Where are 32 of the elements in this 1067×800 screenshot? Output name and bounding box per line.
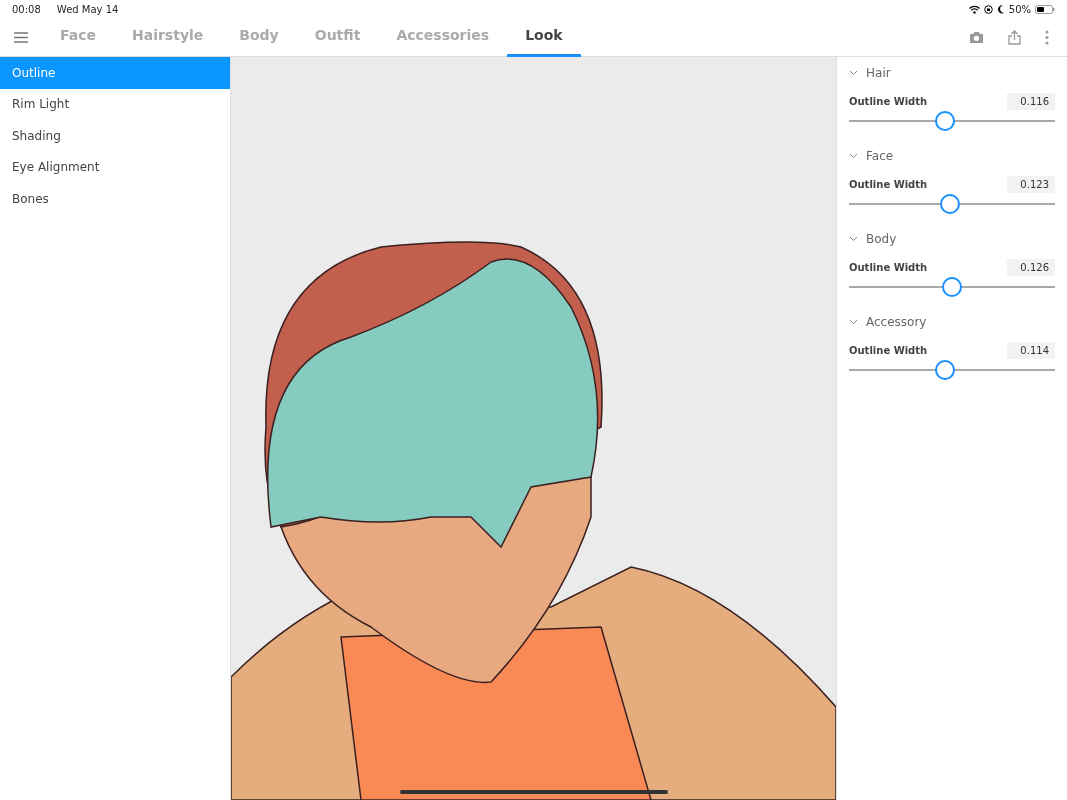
value-field: 0.114 (1007, 342, 1055, 359)
chevron-down-icon (849, 319, 858, 325)
chevron-down-icon (849, 236, 858, 242)
battery-icon (1035, 4, 1055, 14)
setting-label: Outline Width (849, 95, 928, 109)
slider-thumb[interactable] (942, 277, 962, 297)
sidebar-item[interactable]: Outline (0, 57, 230, 89)
chevron-down-icon (849, 153, 858, 159)
moon-icon (996, 4, 1005, 14)
section-header[interactable]: Accessory (849, 310, 927, 334)
section-header[interactable]: Hair (849, 61, 891, 85)
status-date: Wed May 14 (56, 2, 119, 17)
wifi-icon (968, 4, 980, 14)
setting-label: Outline Width (849, 178, 928, 192)
section-header[interactable]: Face (849, 144, 894, 168)
value-field: 0.126 (1007, 259, 1055, 276)
slider-thumb[interactable] (934, 111, 955, 131)
share-icon (1008, 30, 1021, 45)
value-field: 0.123 (1007, 176, 1055, 193)
slider-thumb[interactable] (934, 360, 955, 380)
battery-percent: 50% (1008, 2, 1031, 17)
slider-thumb[interactable] (940, 194, 961, 214)
camera-icon (969, 31, 984, 44)
more-icon (1045, 30, 1049, 45)
setting-label: Outline Width (849, 261, 928, 275)
status-time: 00:08 (12, 2, 41, 17)
lock-rotation-icon (983, 4, 993, 14)
chevron-down-icon (849, 70, 858, 76)
value-field: 0.116 (1007, 93, 1055, 110)
section-header[interactable]: Body (849, 227, 897, 251)
menu-icon (14, 32, 28, 43)
setting-label: Outline Width (849, 344, 928, 358)
